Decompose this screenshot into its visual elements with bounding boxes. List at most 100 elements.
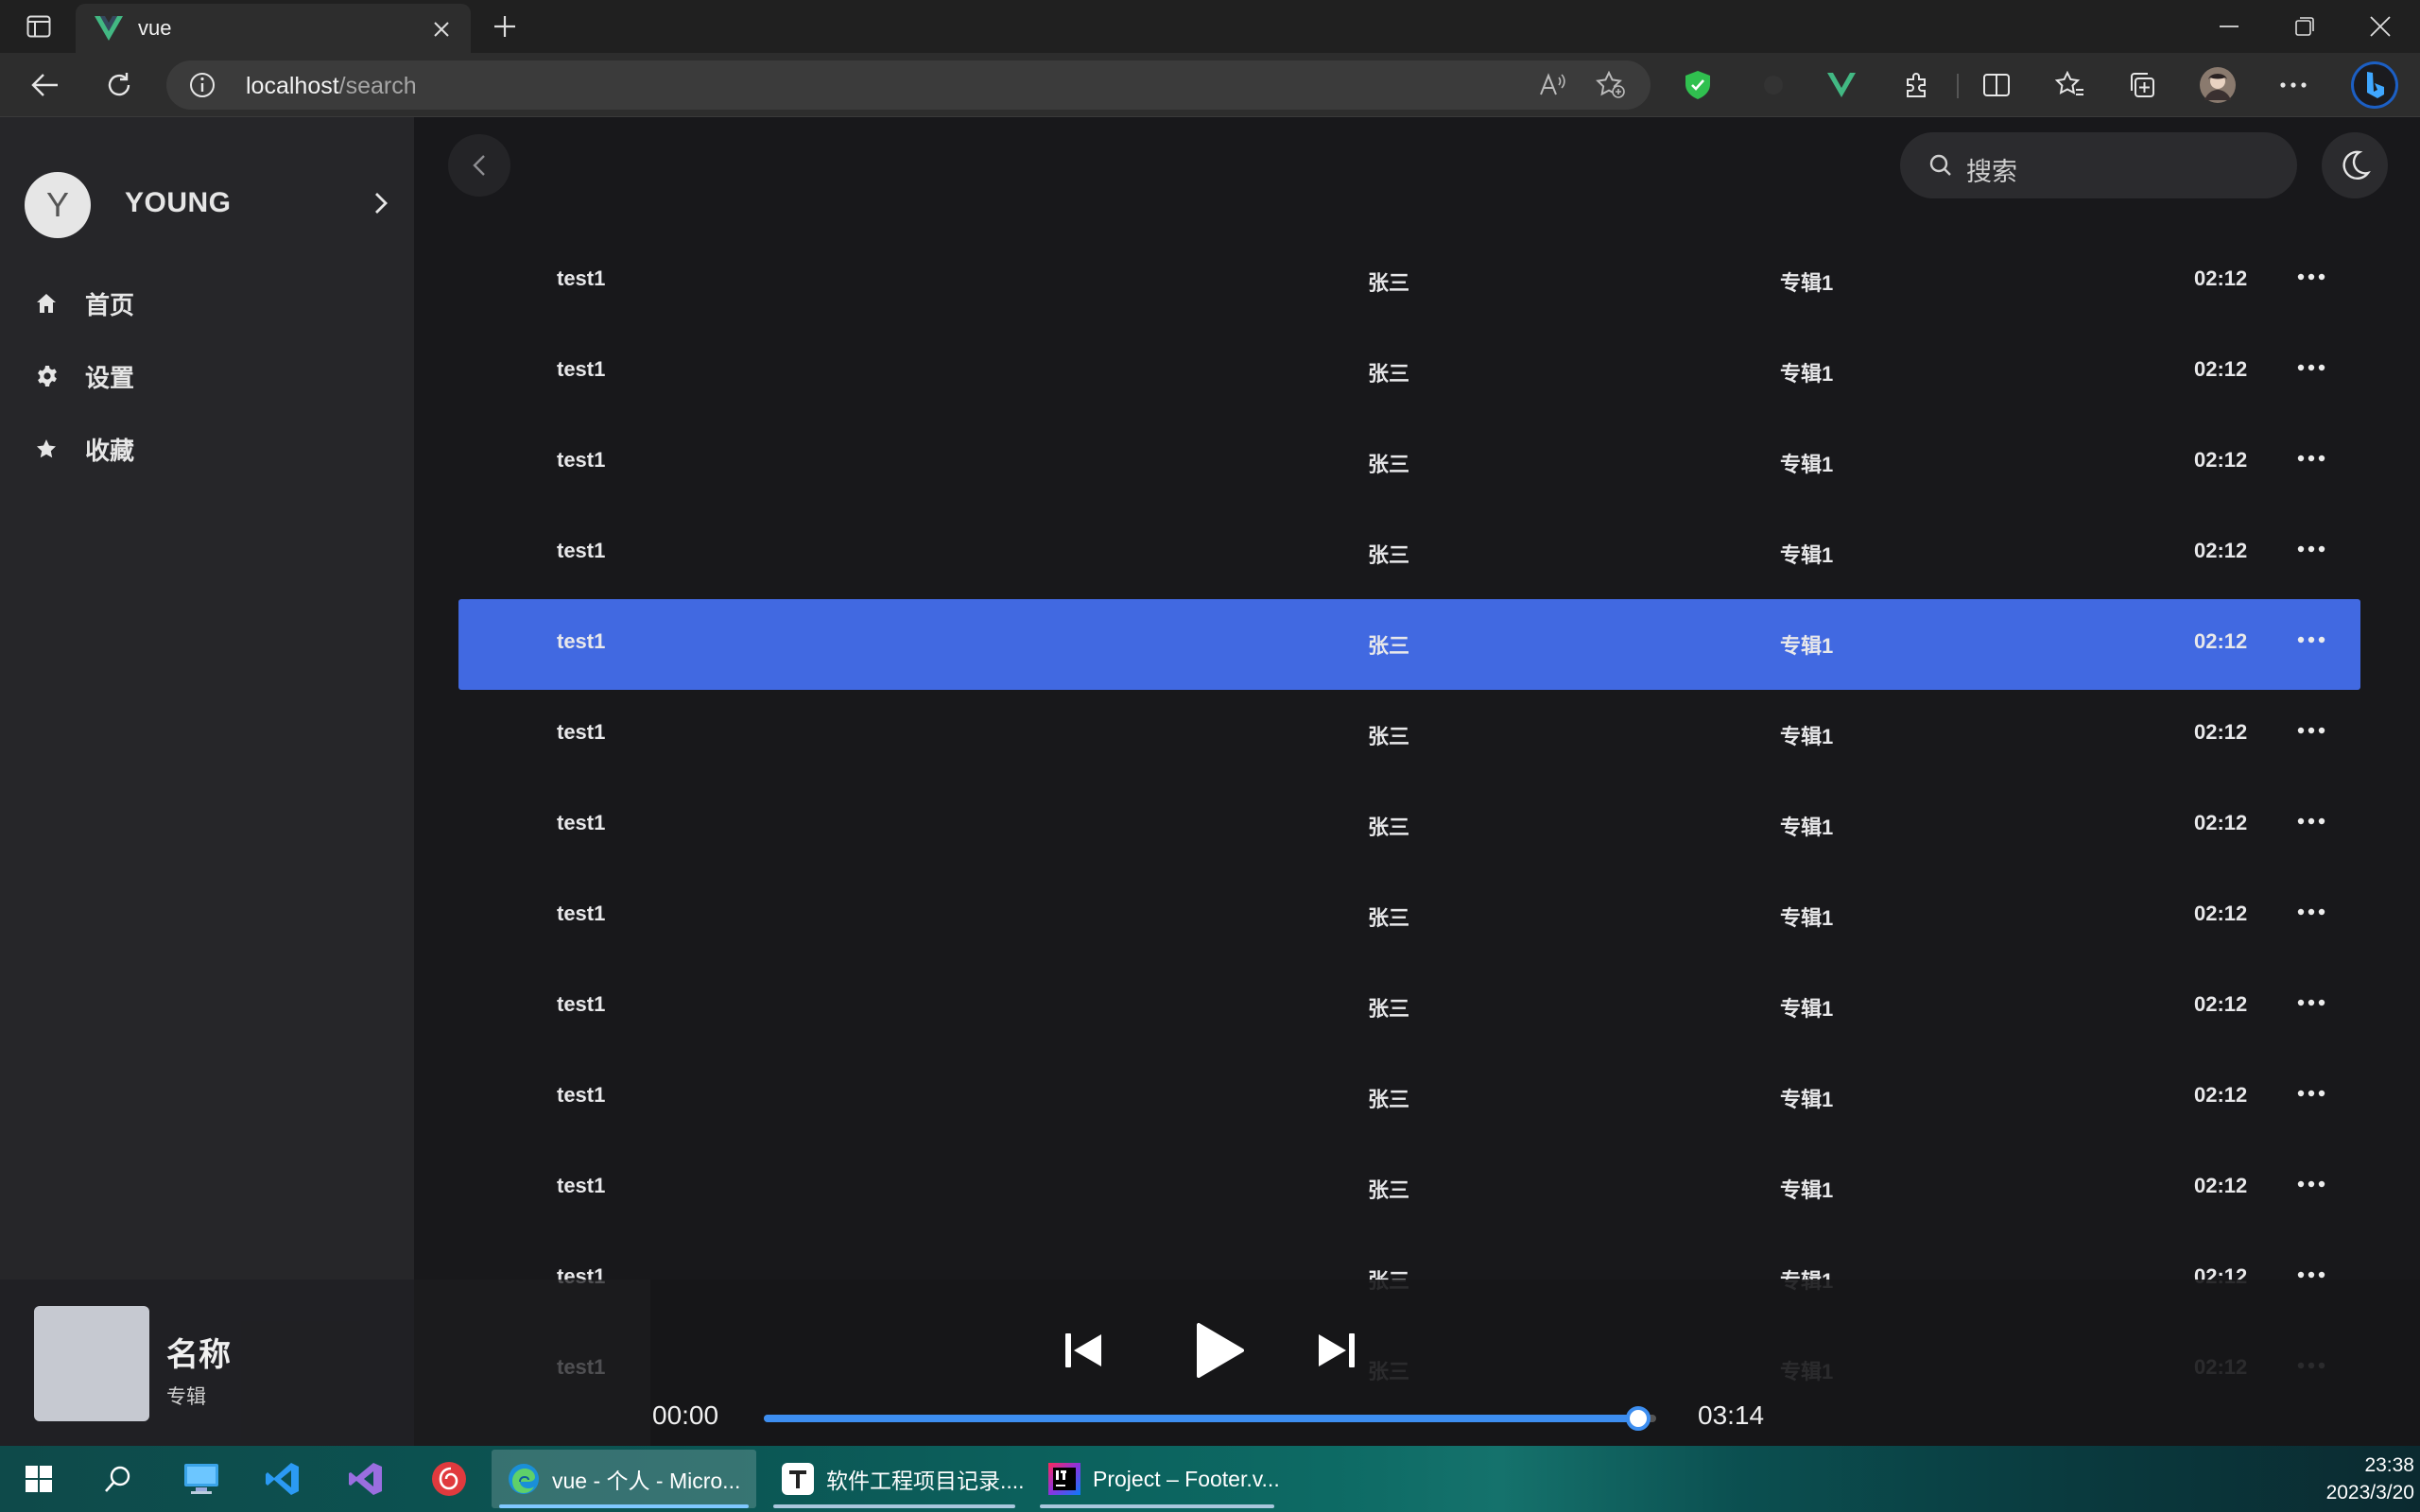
vue-devtools-icon[interactable] bbox=[1819, 62, 1864, 108]
song-artist: 张三 bbox=[1368, 1178, 1410, 1202]
taskbar-search-icon[interactable] bbox=[87, 1452, 149, 1506]
adguard-shield-icon[interactable] bbox=[1675, 62, 1720, 108]
skip-previous-icon bbox=[1065, 1333, 1101, 1367]
song-row[interactable]: test1 张三 专辑1 02:12 bbox=[458, 508, 2360, 599]
progress-thumb[interactable] bbox=[1626, 1406, 1651, 1431]
add-favorite-icon[interactable] bbox=[1592, 68, 1630, 102]
song-row[interactable]: test1 张三 专辑1 02:12 bbox=[458, 599, 2360, 690]
profile-avatar-icon[interactable] bbox=[2195, 62, 2240, 108]
tab-vue[interactable]: vue bbox=[76, 4, 471, 53]
more-options-icon[interactable] bbox=[2292, 1170, 2330, 1198]
address-bar[interactable]: localhost/search bbox=[166, 60, 1651, 110]
netease-music-icon[interactable] bbox=[418, 1452, 480, 1506]
typora-icon bbox=[781, 1462, 815, 1496]
song-name: test1 bbox=[557, 1174, 606, 1197]
taskbar-clock[interactable]: 23:38 2023/3/20 bbox=[2282, 1452, 2414, 1506]
progress-slider[interactable] bbox=[764, 1406, 1656, 1431]
song-row[interactable]: test1 张三 专辑1 02:12 bbox=[458, 1053, 2360, 1143]
collections-icon[interactable] bbox=[2119, 62, 2165, 108]
next-button[interactable] bbox=[1303, 1317, 1369, 1383]
split-screen-icon[interactable] bbox=[1974, 62, 2019, 108]
song-album: 专辑1 bbox=[1780, 725, 1834, 748]
song-row[interactable]: test1 张三 专辑1 02:12 bbox=[458, 1143, 2360, 1234]
song-row[interactable]: test1 张三 专辑1 02:12 bbox=[458, 690, 2360, 781]
more-options-icon[interactable] bbox=[2292, 353, 2330, 382]
song-row[interactable]: test1 张三 专辑1 02:12 bbox=[458, 962, 2360, 1053]
song-artist: 张三 bbox=[1368, 816, 1410, 839]
song-album: 专辑1 bbox=[1780, 271, 1834, 295]
song-artist: 张三 bbox=[1368, 453, 1410, 476]
song-duration: 02:12 bbox=[2194, 266, 2248, 290]
song-duration: 02:12 bbox=[2194, 448, 2248, 472]
more-options-icon[interactable] bbox=[2292, 807, 2330, 835]
song-artist: 张三 bbox=[1368, 271, 1410, 295]
song-row[interactable]: test1 张三 专辑1 02:12 bbox=[458, 327, 2360, 418]
song-list: test1 张三 专辑1 02:12 test1 张三 专辑1 02:12 test1 张三 专辑1… bbox=[458, 236, 2360, 1416]
taskbar-app-typora[interactable]: 软件工程项目记录.... bbox=[766, 1450, 1025, 1508]
taskbar-app-label: Project – Footer.v... bbox=[1093, 1466, 1280, 1491]
tab-actions-icon[interactable] bbox=[19, 9, 59, 43]
song-duration: 02:12 bbox=[2194, 1083, 2248, 1107]
more-options-icon[interactable] bbox=[2292, 988, 2330, 1017]
more-options-icon[interactable] bbox=[2292, 444, 2330, 472]
taskbar-app-intellij[interactable]: Project – Footer.v... bbox=[1032, 1450, 1282, 1508]
site-info-icon[interactable] bbox=[189, 72, 216, 98]
song-artist: 张三 bbox=[1368, 1088, 1410, 1111]
favorites-icon[interactable] bbox=[2048, 62, 2093, 108]
total-time: 03:14 bbox=[1698, 1400, 1765, 1430]
windows-start-icon[interactable] bbox=[8, 1452, 70, 1506]
intellij-icon bbox=[1047, 1462, 1081, 1496]
user-profile-row[interactable]: Y YOUNG bbox=[25, 170, 403, 238]
song-artist: 张三 bbox=[1368, 543, 1410, 567]
visual-studio-icon[interactable] bbox=[335, 1452, 397, 1506]
more-options-icon[interactable] bbox=[2292, 1079, 2330, 1108]
more-options-icon[interactable] bbox=[2292, 716, 2330, 745]
current-time: 00:00 bbox=[652, 1400, 719, 1430]
song-duration: 02:12 bbox=[2194, 629, 2248, 653]
theme-toggle-button[interactable] bbox=[2322, 132, 2388, 198]
sidebar-item-home[interactable]: 首页 bbox=[25, 276, 393, 331]
windows-taskbar: vue - 个人 - Micro... 软件工程项目记录.... Project… bbox=[0, 1446, 2420, 1512]
clock-time: 23:38 bbox=[2364, 1454, 2414, 1476]
song-row[interactable]: test1 张三 专辑1 02:12 bbox=[458, 871, 2360, 962]
vue-logo-icon bbox=[95, 15, 123, 42]
song-name: test1 bbox=[557, 629, 606, 653]
bing-chat-icon[interactable] bbox=[2348, 59, 2401, 112]
vscode-icon[interactable] bbox=[251, 1452, 314, 1506]
song-name: test1 bbox=[557, 902, 606, 925]
star-icon bbox=[25, 435, 74, 463]
search-input[interactable]: 搜索 bbox=[1900, 132, 2297, 198]
previous-button[interactable] bbox=[1051, 1317, 1117, 1383]
more-options-icon[interactable] bbox=[2271, 62, 2316, 108]
more-options-icon[interactable] bbox=[2292, 263, 2330, 291]
sidebar-item-favorites[interactable]: 收藏 bbox=[25, 421, 393, 476]
restore-icon[interactable] bbox=[2267, 0, 2342, 53]
sidebar-item-label: 设置 bbox=[85, 363, 135, 392]
song-row[interactable]: test1 张三 专辑1 02:12 bbox=[458, 781, 2360, 871]
back-button[interactable] bbox=[448, 134, 510, 197]
new-tab-icon[interactable] bbox=[484, 9, 526, 43]
play-button[interactable] bbox=[1180, 1312, 1257, 1389]
this-pc-icon[interactable] bbox=[170, 1452, 233, 1506]
extension-blank-icon[interactable] bbox=[1751, 62, 1796, 108]
song-row[interactable]: test1 张三 专辑1 02:12 bbox=[458, 418, 2360, 508]
close-tab-icon[interactable] bbox=[425, 13, 458, 45]
read-aloud-icon[interactable] bbox=[1533, 68, 1571, 102]
more-options-icon[interactable] bbox=[2292, 898, 2330, 926]
extensions-puzzle-icon[interactable] bbox=[1894, 62, 1940, 108]
chevron-right-icon[interactable] bbox=[367, 187, 395, 219]
song-name: test1 bbox=[557, 720, 606, 744]
song-row[interactable]: test1 张三 专辑1 02:12 bbox=[458, 236, 2360, 327]
back-arrow-icon[interactable] bbox=[23, 62, 68, 108]
refresh-icon[interactable] bbox=[96, 62, 142, 108]
taskbar-app-edge[interactable]: vue - 个人 - Micro... bbox=[492, 1450, 756, 1508]
song-name: test1 bbox=[557, 448, 606, 472]
more-options-icon[interactable] bbox=[2292, 535, 2330, 563]
sidebar-item-settings[interactable]: 设置 bbox=[25, 349, 393, 404]
url-text[interactable]: localhost/search bbox=[246, 73, 417, 100]
album-cover[interactable] bbox=[34, 1306, 149, 1421]
minimize-icon[interactable] bbox=[2191, 0, 2267, 53]
more-options-icon[interactable] bbox=[2292, 626, 2330, 654]
close-window-icon[interactable] bbox=[2342, 0, 2418, 53]
avatar[interactable]: Y bbox=[25, 172, 91, 238]
